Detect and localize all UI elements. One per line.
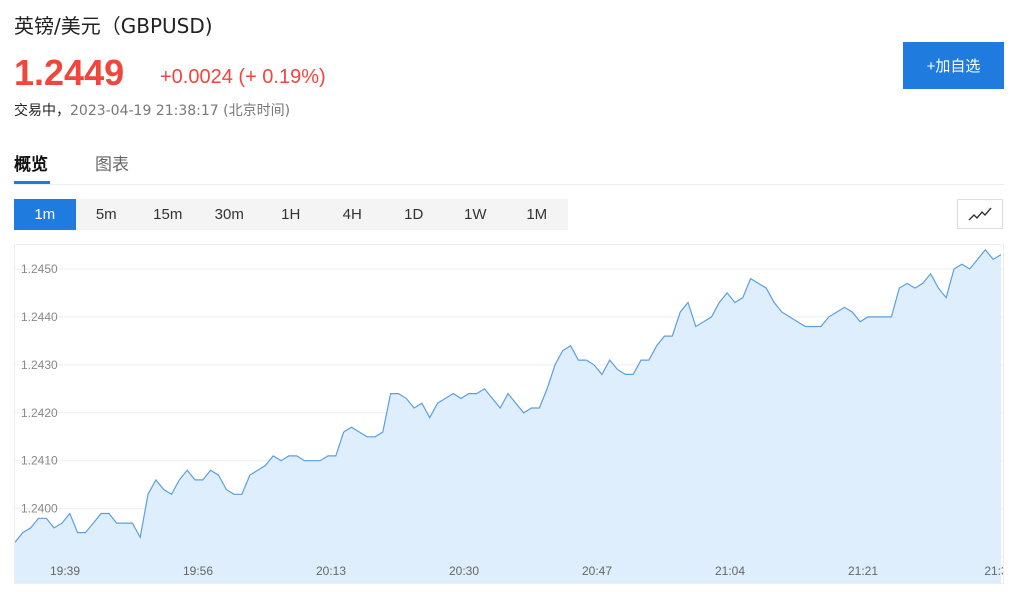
period-1mo[interactable]: 1M: [506, 199, 568, 230]
active-tab-indicator: [14, 181, 50, 184]
tab-chart[interactable]: 图表: [95, 150, 129, 175]
period-15m[interactable]: 15m: [137, 199, 199, 230]
y-tick-label: 1.2450: [21, 262, 58, 276]
y-tick-label: 1.2400: [21, 502, 58, 516]
x-tick-label: 21:04: [715, 564, 745, 578]
trading-status: 交易中，: [14, 103, 70, 119]
period-5m[interactable]: 5m: [76, 199, 138, 230]
x-tick-label: 21:21: [848, 564, 878, 578]
y-tick-label: 1.2440: [21, 310, 58, 324]
price-change: +0.0024 (+ 0.19%): [160, 66, 326, 88]
period-selector: 1m 5m 15m 30m 1H 4H 1D 1W 1M: [14, 199, 568, 230]
period-4h[interactable]: 4H: [322, 199, 384, 230]
page-title: 英镑/美元（GBPUSD): [14, 14, 213, 38]
period-1m[interactable]: 1m: [14, 199, 76, 230]
x-tick-label: 21:3: [984, 564, 1003, 578]
x-tick-label: 20:30: [449, 564, 479, 578]
x-tick-label: 20:13: [316, 564, 346, 578]
market-status: 交易中，2023-04-19 21:38:17 (北京时间): [14, 100, 290, 120]
tab-bar: 概览 图表: [14, 140, 1004, 185]
chart-type-toggle[interactable]: [957, 199, 1003, 229]
current-price: 1.2449: [14, 52, 125, 93]
line-chart-icon: [968, 207, 992, 221]
x-tick-label: 20:47: [582, 564, 612, 578]
period-30m[interactable]: 30m: [199, 199, 261, 230]
x-tick-label: 19:56: [183, 564, 213, 578]
price-chart-svg: 1.23901.24001.24101.24201.24301.24401.24…: [14, 248, 1008, 584]
x-tick-label: 19:39: [50, 564, 80, 578]
period-1d[interactable]: 1D: [383, 199, 445, 230]
add-watchlist-button[interactable]: +加自选: [903, 42, 1004, 89]
period-1w[interactable]: 1W: [445, 199, 507, 230]
period-1h[interactable]: 1H: [260, 199, 322, 230]
series-area: [15, 249, 1001, 584]
y-tick-label: 1.2430: [21, 358, 58, 372]
price-chart[interactable]: 1.23901.24001.24101.24201.24301.24401.24…: [14, 244, 1008, 584]
tab-overview[interactable]: 概览: [14, 150, 48, 175]
timestamp: 2023-04-19 21:38:17 (北京时间): [70, 103, 291, 119]
y-tick-label: 1.2410: [21, 454, 58, 468]
y-tick-label: 1.2420: [21, 406, 58, 420]
